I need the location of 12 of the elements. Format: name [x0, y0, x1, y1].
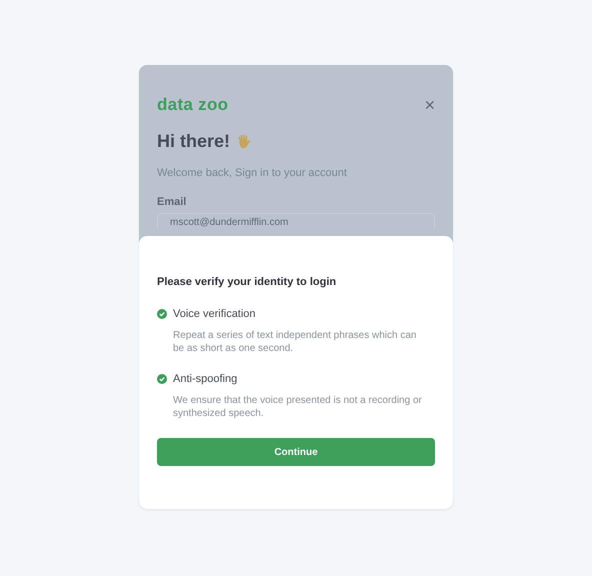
welcome-text: Welcome back, Sign in to your account	[157, 167, 348, 179]
feature-title: Voice verification	[173, 308, 256, 320]
feature-description: We ensure that the voice presented is not a recording or synthesized speech.	[173, 394, 423, 420]
close-button[interactable]: ×	[424, 96, 435, 114]
email-field[interactable]: mscott@dundermifflin.com	[157, 213, 435, 229]
logo: data zoo	[157, 95, 228, 115]
email-label: Email	[157, 196, 188, 208]
verify-title: Please verify your identity to login	[157, 276, 338, 288]
greeting-heading: Hi there!	[157, 131, 230, 152]
feature-description: Repeat a series of text independent phrases which can be as short as one second.	[173, 329, 418, 355]
feature-title: Anti-spoofing	[173, 373, 238, 385]
continue-button[interactable]: Continue	[157, 438, 435, 466]
